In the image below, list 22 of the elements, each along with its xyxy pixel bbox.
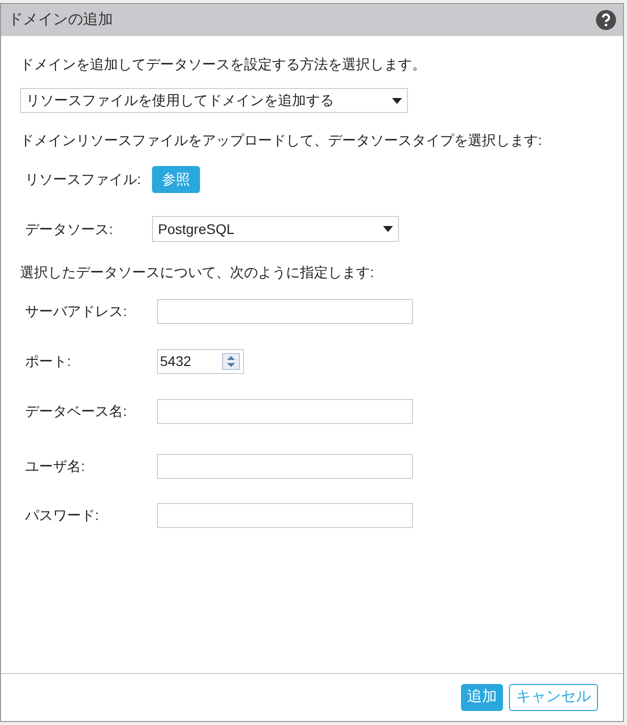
intro-text: ドメインを追加してデータソースを設定する方法を選択します。	[20, 55, 427, 74]
field-label: ポート:	[25, 352, 72, 371]
port-spinner[interactable]: 5432	[157, 349, 244, 374]
spec-hint: 選択したデータソースについて、次のように指定します:	[20, 263, 375, 282]
caret-icon	[392, 98, 402, 104]
text-field[interactable]	[157, 503, 413, 528]
field-label: ユーザ名:	[25, 457, 86, 476]
caret-icon	[383, 226, 393, 232]
field-label: データベース名:	[25, 402, 128, 421]
field-label: パスワード:	[25, 506, 100, 525]
upload-hint: ドメインリソースファイルをアップロードして、データソースタイプを選択します:	[20, 131, 543, 150]
window-title: ドメインの追加	[8, 10, 113, 30]
spinner-arrows-icon[interactable]	[222, 353, 240, 370]
data-source-dropdown[interactable]: PostgreSQL	[152, 216, 399, 242]
text-field[interactable]	[157, 399, 413, 424]
text-field[interactable]	[157, 454, 413, 479]
help-icon[interactable]	[596, 10, 616, 30]
field-label: データソース:	[25, 220, 114, 238]
text-field[interactable]	[157, 299, 413, 324]
field-label: サーバアドレス:	[25, 302, 128, 321]
method-dropdown[interactable]: リソースファイルを使用してドメインを追加する	[20, 88, 408, 113]
field-label: リソースファイル:	[25, 170, 142, 189]
